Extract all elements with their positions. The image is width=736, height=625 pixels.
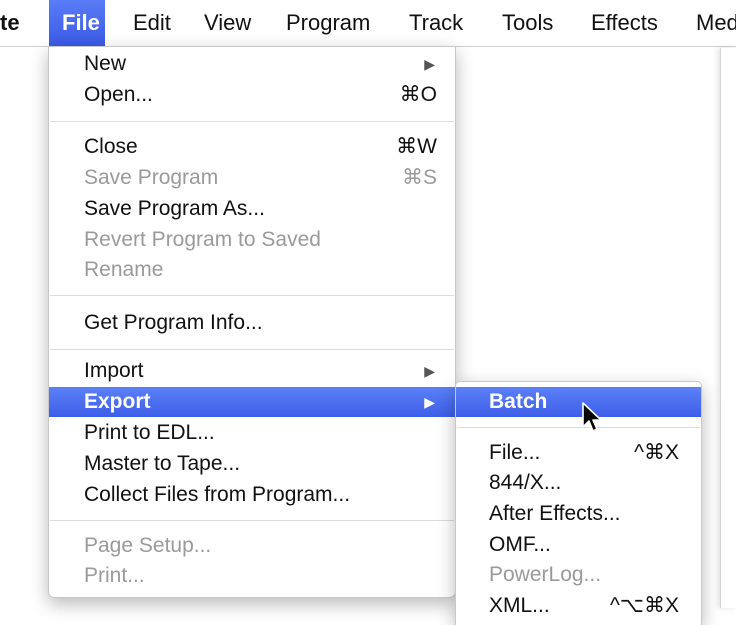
menu-item-print-to-edl[interactable]: Print to EDL...	[49, 418, 455, 448]
menu-item-collect-files[interactable]: Collect Files from Program...	[49, 480, 455, 510]
menu-item-label: XML...	[489, 594, 550, 617]
menu-item-import[interactable]: Import ▶	[49, 356, 455, 386]
menu-item-label: Print to EDL...	[84, 421, 215, 444]
menu-item-shortcut: ⌘S	[401, 166, 437, 189]
submenu-item-powerlog: PowerLog...	[456, 560, 701, 590]
menu-item-label: Master to Tape...	[84, 452, 241, 475]
menu-item-label: Export	[84, 390, 151, 413]
file-menu: New ▶ Open... ⌘O Close ⌘W Save Program ⌘…	[48, 46, 456, 598]
menu-item-label: OMF...	[489, 533, 551, 556]
menu-item-export[interactable]: Export ▶	[49, 387, 455, 417]
menu-item-shortcut: ^⌘X	[634, 441, 679, 464]
submenu-item-file[interactable]: File... ^⌘X	[456, 438, 701, 468]
menu-separator	[50, 121, 454, 122]
menu-item-label: Collect Files from Program...	[84, 483, 351, 506]
menubar-item-effects[interactable]: Effects	[591, 0, 658, 46]
menu-separator	[457, 427, 700, 428]
menu-item-label: Batch	[489, 390, 548, 413]
menu-item-label: Page Setup...	[84, 534, 212, 557]
menubar-item-file[interactable]: File	[49, 0, 105, 46]
menu-item-revert-program: Revert Program to Saved	[49, 225, 455, 255]
menu-separator	[50, 349, 454, 350]
menubar-item-edit[interactable]: Edit	[133, 0, 171, 46]
menu-item-save-program: Save Program ⌘S	[49, 163, 455, 193]
menu-item-label: Revert Program to Saved	[84, 228, 321, 251]
menu-item-label: 844/X...	[489, 471, 562, 494]
menu-item-master-to-tape[interactable]: Master to Tape...	[49, 449, 455, 479]
menubar-item-media[interactable]: Med	[696, 0, 736, 46]
submenu-item-batch[interactable]: Batch	[456, 387, 701, 417]
menu-item-save-program-as[interactable]: Save Program As...	[49, 194, 455, 224]
submenu-item-after-effects[interactable]: After Effects...	[456, 499, 701, 529]
submenu-item-xml[interactable]: XML... ^⌥⌘X	[456, 591, 701, 621]
menu-separator	[50, 520, 454, 521]
menu-item-open[interactable]: Open... ⌘O	[49, 80, 455, 110]
menubar-item-program[interactable]: Program	[286, 0, 370, 46]
menu-item-label: File...	[489, 441, 541, 464]
menu-item-label: Close	[84, 135, 138, 158]
menu-item-label: Get Program Info...	[84, 311, 263, 334]
menu-item-rename: Rename	[49, 255, 455, 285]
screen: te File Edit View Program Track Tools Ef…	[0, 0, 736, 625]
export-submenu: Batch File... ^⌘X 844/X... After Effects…	[455, 381, 702, 625]
menu-item-label: Save Program As...	[84, 197, 265, 220]
submenu-arrow-icon: ▶	[424, 56, 435, 72]
menu-item-label: Import	[84, 359, 144, 382]
menu-item-print: Print...	[49, 561, 455, 591]
menu-item-new[interactable]: New ▶	[49, 49, 455, 79]
menubar-item-previous[interactable]: te	[0, 0, 20, 46]
menu-item-shortcut: ^⌥⌘X	[609, 594, 679, 617]
submenu-item-844x[interactable]: 844/X...	[456, 468, 701, 498]
menu-item-label: Rename	[84, 258, 164, 281]
menu-item-label: Print...	[84, 564, 145, 587]
menu-item-close[interactable]: Close ⌘W	[49, 132, 455, 162]
menu-item-label: Open...	[84, 83, 153, 106]
menu-bar: te File Edit View Program Track Tools Ef…	[0, 0, 736, 47]
arrow-cursor-icon	[582, 402, 602, 432]
menu-item-shortcut: ⌘O	[399, 83, 437, 106]
submenu-arrow-icon: ▶	[424, 363, 435, 379]
menu-separator	[50, 295, 454, 296]
submenu-arrow-icon: ▶	[424, 394, 435, 410]
menu-item-page-setup: Page Setup...	[49, 531, 455, 561]
submenu-item-omf[interactable]: OMF...	[456, 530, 701, 560]
menu-item-label: New	[84, 52, 127, 75]
menubar-item-track[interactable]: Track	[409, 0, 463, 46]
menu-item-shortcut: ⌘W	[396, 135, 437, 158]
menu-item-label: Save Program	[84, 166, 219, 189]
menu-item-get-program-info[interactable]: Get Program Info...	[49, 308, 455, 338]
background-window-edge	[720, 48, 736, 608]
menubar-item-view[interactable]: View	[204, 0, 251, 46]
menubar-item-tools[interactable]: Tools	[502, 0, 553, 46]
menu-item-label: After Effects...	[489, 502, 621, 525]
menu-item-label: PowerLog...	[489, 563, 602, 586]
